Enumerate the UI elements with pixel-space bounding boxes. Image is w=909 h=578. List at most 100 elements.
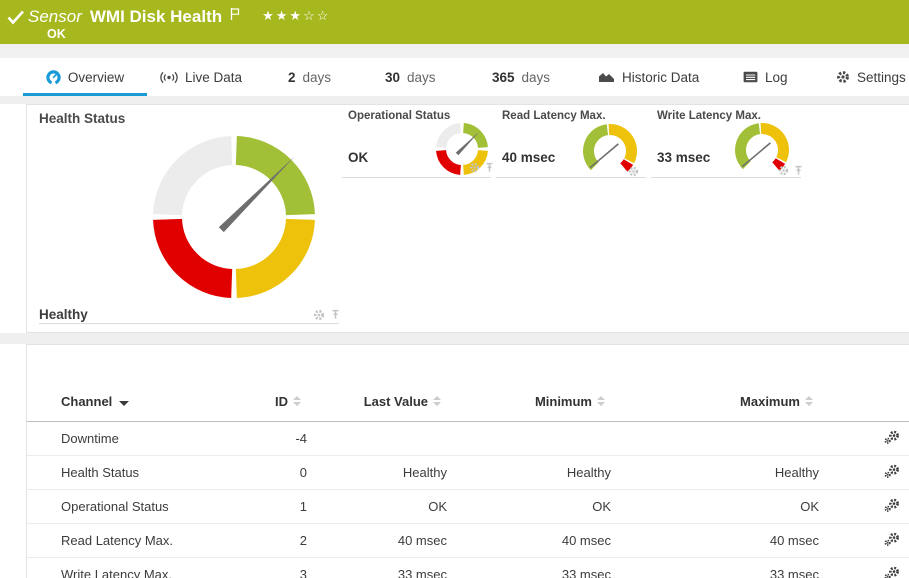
tab-2-days-unit: days [302,69,332,85]
table-row-read-latency[interactable]: Read Latency Max. 2 40 msec 40 msec 40 m… [27,523,909,558]
column-header-maximum-label: Maximum [740,394,800,409]
cell-last-value: OK [307,489,447,524]
channels-panel: Channel ID Last Value Minimum Maximum Do… [26,344,909,578]
channel-gear-icon[interactable] [313,309,325,321]
read-latency-cell: Read Latency Max. 40 msec [496,105,646,178]
write-latency-cell: Write Latency Max. 33 msec [651,105,803,178]
column-header-actions [819,345,909,422]
priority-stars[interactable]: ★★★☆☆ [262,8,330,24]
sensor-status-badge: OK [47,27,66,41]
tabbar-separator [0,96,909,104]
log-list-icon [743,71,758,83]
cell-id: -4 [227,421,307,456]
cell-maximum: Healthy [611,455,819,490]
operational-status-actions [469,162,494,173]
column-header-last-value[interactable]: Last Value [307,345,447,422]
channel-gear-icon[interactable] [628,166,639,177]
tab-live-data-label: Live Data [185,69,243,85]
tab-365-days-unit: days [521,69,551,85]
pin-icon[interactable] [485,162,494,173]
column-header-channel[interactable]: Channel [27,345,227,422]
sort-arrows-icon [597,396,605,406]
channel-gear-icon[interactable] [469,162,480,173]
cell-last-value: 40 msec [307,523,447,558]
header-separator [0,44,909,58]
cell-minimum: 40 msec [447,523,611,558]
cell-channel: Write Latency Max. [27,557,227,578]
tab-365-days[interactable]: 365 days [492,58,550,96]
cell-minimum: Healthy [447,455,611,490]
tab-log[interactable]: Log [743,58,788,96]
pin-icon[interactable] [331,309,340,320]
channel-gear-icon[interactable] [778,165,789,176]
cell-last-value [307,421,447,456]
table-row-health-status[interactable]: Health Status 0 Healthy Healthy Healthy [27,455,909,490]
cell-maximum: OK [611,489,819,524]
sensor-title-row: Sensor WMI Disk Health ★★★☆☆ [28,6,330,27]
column-header-minimum-label: Minimum [534,394,592,409]
cell-actions [819,455,909,490]
tab-overview-label: Overview [67,69,125,85]
priority-flag-icon[interactable] [230,7,240,21]
operational-status-cell: Operational Status OK [342,105,494,178]
cell-minimum: OK [447,489,611,524]
cell-minimum [447,421,611,456]
cell-maximum: 40 msec [611,523,819,558]
channel-settings-icon[interactable] [884,532,900,546]
write-latency-actions [778,165,803,176]
cell-actions [819,523,909,558]
sensor-header: Sensor WMI Disk Health ★★★☆☆ OK [0,0,909,44]
cell-channel: Read Latency Max. [27,523,227,558]
health-status-actions [313,309,340,321]
table-row-downtime[interactable]: Downtime -4 [27,421,909,456]
cell-id: 3 [227,557,307,578]
operational-status-value: OK [348,150,369,165]
cell-actions [819,557,909,578]
gauge-segment-yellow [760,123,789,163]
column-header-id[interactable]: ID [227,345,307,422]
tab-2-days[interactable]: 2 days [288,58,331,96]
table-row-write-latency[interactable]: Write Latency Max. 3 33 msec 33 msec 33 … [27,557,909,578]
tab-live-data[interactable]: Live Data [160,58,242,96]
column-header-channel-label: Channel [61,394,113,409]
channel-settings-icon[interactable] [884,498,900,512]
sort-arrows-icon [433,396,441,406]
table-row-operational-status[interactable]: Operational Status 1 OK OK OK [27,489,909,524]
gauge-segment-yellow [235,218,315,298]
tab-log-label: Log [765,69,788,85]
stars-empty: ☆☆ [303,8,331,23]
column-header-minimum[interactable]: Minimum [447,345,611,422]
channel-settings-icon[interactable] [884,566,900,578]
tab-settings-label: Settings [857,69,906,85]
channels-table: Channel ID Last Value Minimum Maximum Do… [27,345,909,578]
channel-settings-icon[interactable] [884,430,900,444]
cell-id: 2 [227,523,307,558]
panel-separator [0,333,909,344]
health-status-gauge [153,136,315,298]
cell-id: 0 [227,455,307,490]
tab-settings[interactable]: Settings [836,58,906,96]
tab-30-days-number: 30 [385,69,401,85]
tab-overview[interactable]: Overview [23,58,147,96]
gauge-segment-gray [153,136,233,216]
tab-30-days-unit: days [407,69,436,85]
column-header-maximum[interactable]: Maximum [611,345,819,422]
status-check-icon [7,10,24,25]
gauge-segment-yellow [608,124,637,164]
sort-arrows-icon [293,396,301,406]
sort-caret-icon [119,401,130,406]
channel-settings-icon[interactable] [884,464,900,478]
tab-365-days-number: 365 [492,69,515,85]
gauge-icon [46,69,61,84]
cell-actions [819,489,909,524]
cell-maximum [611,421,819,456]
pin-icon[interactable] [794,165,803,176]
tab-historic-data[interactable]: Historic Data [598,58,699,96]
settings-gear-icon [837,71,849,83]
column-header-last-value-label: Last Value [363,394,428,409]
tab-30-days[interactable]: 30 days [385,58,436,96]
read-latency-value: 40 msec [502,150,556,165]
cell-channel: Downtime [27,421,227,456]
cell-channel: Health Status [27,455,227,490]
gauge-segment-gray [436,123,462,149]
